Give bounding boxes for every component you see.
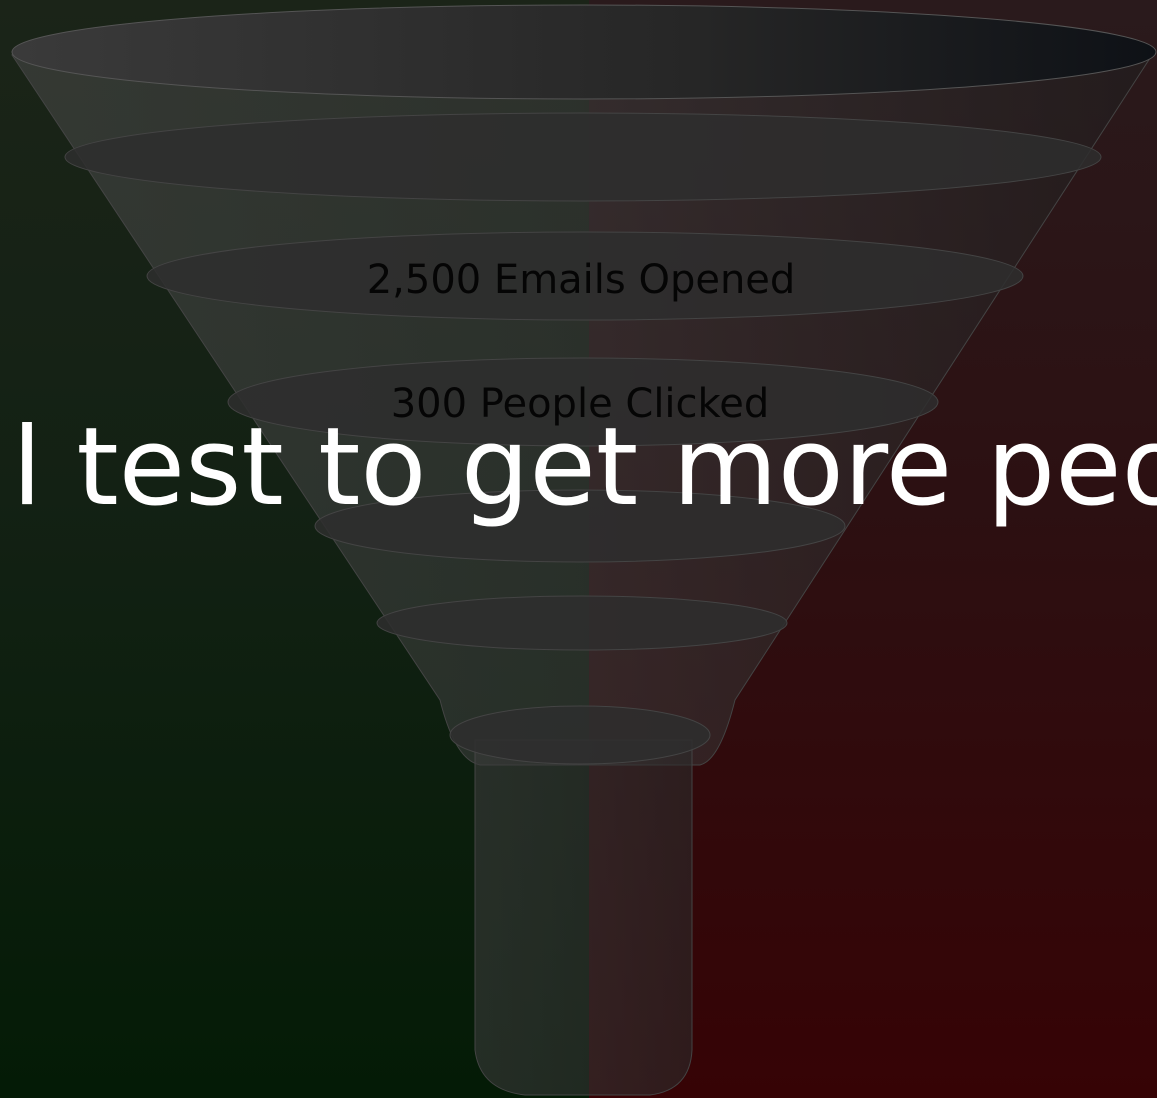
funnel-spout bbox=[474, 739, 693, 1096]
slide-headline: l test to get more peo bbox=[0, 398, 1157, 538]
funnel-layer-5 bbox=[376, 595, 788, 651]
funnel-diagram: 2,500 Emails Opened 300 People Clicked bbox=[11, 4, 1157, 1096]
funnel-layer-6 bbox=[449, 705, 711, 765]
funnel-stage-label-opened: 2,500 Emails Opened bbox=[367, 257, 796, 303]
slide-headline-text: l test to get more peo bbox=[12, 405, 1157, 530]
funnel-rim bbox=[11, 4, 1157, 100]
slide-canvas: 2,500 Emails Opened 300 People Clicked l… bbox=[0, 0, 1157, 1098]
funnel-layer-1 bbox=[64, 112, 1102, 202]
